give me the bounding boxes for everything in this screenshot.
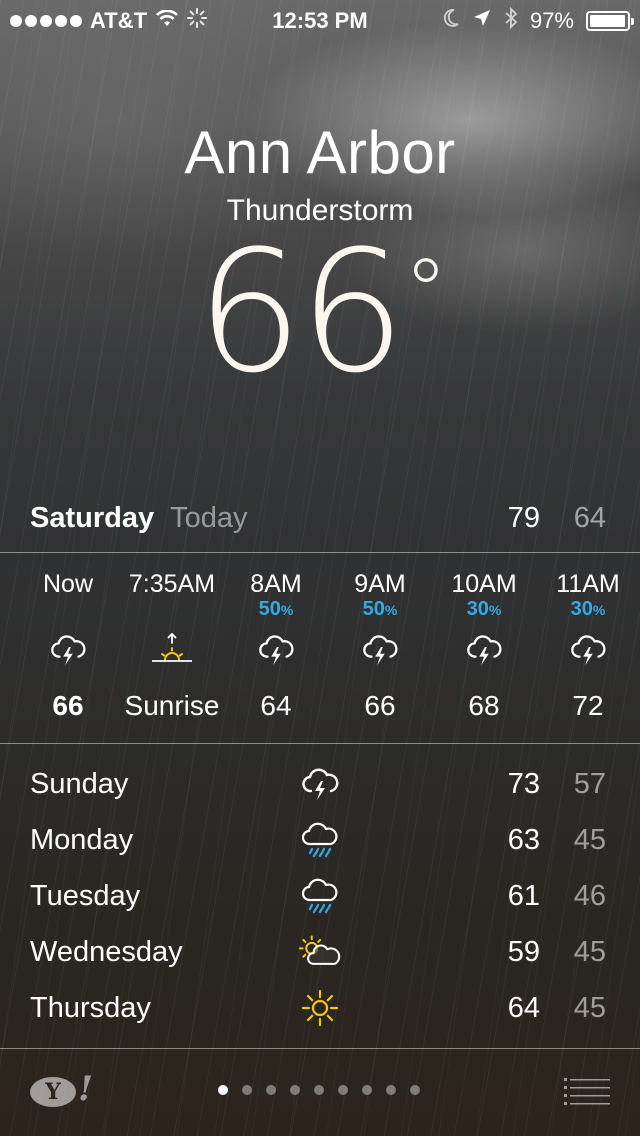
divider — [0, 743, 640, 744]
day-low: 45 — [573, 991, 606, 1024]
sunny-icon — [298, 986, 342, 1030]
precip-chance-value: 50 — [258, 598, 281, 620]
precip-chance: 50% — [221, 598, 331, 626]
today-summary-row: Saturday Today 79 64 — [30, 498, 606, 538]
precip-chance: 30% — [533, 598, 640, 626]
precip-percent-sign: % — [592, 602, 606, 618]
yahoo-logo[interactable]: Y! — [30, 1072, 93, 1107]
day-high: 64 — [507, 991, 540, 1024]
hourly-item: Now 66 — [13, 566, 123, 722]
precip-chance-value: 50 — [362, 598, 385, 620]
thunderstorm-icon — [221, 626, 331, 674]
page-dot[interactable] — [266, 1085, 276, 1095]
page-dot[interactable] — [314, 1085, 324, 1095]
today-high: 79 — [507, 501, 540, 534]
hourly-forecast[interactable]: Now 66 7:35AM Sunrise 8AM 50% 64 9AM 50% 66 10… — [0, 566, 640, 736]
precip-chance-value: 30 — [466, 598, 489, 620]
page-indicator[interactable] — [218, 1085, 420, 1095]
daily-forecast-row: Monday 63 45 — [30, 812, 606, 868]
page-dot[interactable] — [242, 1085, 252, 1095]
hourly-item: 9AM 50% 66 — [325, 566, 435, 722]
precip-chance: 30% — [429, 598, 539, 626]
rain-icon — [298, 818, 342, 862]
thunderstorm-icon — [298, 762, 342, 806]
list-icon — [564, 1078, 610, 1105]
day-low: 45 — [573, 823, 606, 856]
rain-icon — [298, 874, 342, 918]
daily-forecast-row: Thursday 64 45 — [30, 980, 606, 1036]
hour-temperature: 66 — [52, 690, 84, 721]
battery-fill — [590, 15, 625, 27]
day-name: Monday — [30, 823, 134, 856]
day-name: Tuesday — [30, 879, 141, 912]
day-low: 57 — [573, 767, 606, 800]
city-list-button[interactable] — [564, 1077, 610, 1107]
hour-time: 11AM — [556, 570, 620, 598]
precip-percent-sign: % — [488, 602, 502, 618]
day-low: 46 — [573, 879, 606, 912]
day-name: Wednesday — [30, 935, 183, 968]
hourly-item: 7:35AM Sunrise — [117, 566, 227, 722]
moon-icon — [442, 8, 460, 34]
day-high: 59 — [507, 935, 540, 968]
footer-toolbar: Y! — [0, 1049, 640, 1136]
hour-temperature: 64 — [260, 690, 292, 721]
day-low: 45 — [573, 935, 606, 968]
current-temperature: 66° — [0, 228, 640, 396]
hour-time: 8AM — [250, 570, 302, 598]
precip-chance-value: 30 — [570, 598, 593, 620]
partly-cloudy-icon — [298, 930, 342, 974]
thunderstorm-icon — [533, 626, 640, 674]
degree-symbol: ° — [403, 240, 448, 343]
divider — [0, 552, 640, 553]
thunderstorm-icon — [429, 626, 539, 674]
hourly-item: 11AM 30% 72 — [533, 566, 640, 722]
page-dot[interactable] — [218, 1085, 228, 1095]
hourly-item: 10AM 30% 68 — [429, 566, 539, 722]
page-dot[interactable] — [386, 1085, 396, 1095]
hour-time: 10AM — [451, 570, 517, 598]
status-bar: AT&T 12:53 PM 97% — [0, 0, 640, 40]
hour-time: Now — [42, 570, 93, 598]
page-dot[interactable] — [362, 1085, 372, 1095]
daily-forecast[interactable]: Sunday 73 57 Monday 63 45 Tuesday 61 46 … — [30, 756, 606, 1036]
hour-temperature: 68 — [468, 690, 500, 721]
bluetooth-icon — [504, 6, 518, 35]
daily-forecast-row: Wednesday 59 45 — [30, 924, 606, 980]
page-dot[interactable] — [338, 1085, 348, 1095]
page-dot[interactable] — [410, 1085, 420, 1095]
sunrise-icon — [117, 626, 227, 674]
location-arrow-icon — [472, 8, 492, 34]
day-high: 61 — [507, 879, 540, 912]
thunderstorm-icon — [325, 626, 435, 674]
city-name: Ann Arbor — [184, 119, 456, 186]
thunderstorm-icon — [13, 626, 123, 674]
hour-time: 9AM — [354, 570, 406, 598]
battery-percent: 97% — [529, 8, 574, 33]
precip-percent-sign: % — [384, 602, 398, 618]
hour-temperature: Sunrise — [124, 690, 220, 721]
day-name: Thursday — [30, 991, 151, 1024]
today-day-name: Saturday — [30, 501, 155, 534]
today-low: 64 — [573, 501, 606, 534]
day-name: Sunday — [30, 767, 129, 800]
precip-chance — [117, 598, 227, 626]
hour-temperature: 72 — [572, 690, 604, 721]
today-label: Today — [170, 501, 248, 534]
daily-forecast-row: Tuesday 61 46 — [30, 868, 606, 924]
day-high: 63 — [507, 823, 540, 856]
hourly-item: 8AM 50% 64 — [221, 566, 331, 722]
precip-percent-sign: % — [280, 602, 294, 618]
precip-chance — [13, 598, 123, 626]
current-temperature-value: 66 — [196, 214, 406, 410]
battery-icon — [586, 11, 634, 31]
hour-time: 7:35AM — [128, 570, 216, 598]
day-high: 73 — [507, 767, 540, 800]
hour-temperature: 66 — [364, 690, 396, 721]
page-dot[interactable] — [290, 1085, 300, 1095]
daily-forecast-row: Sunday 73 57 — [30, 756, 606, 812]
precip-chance: 50% — [325, 598, 435, 626]
